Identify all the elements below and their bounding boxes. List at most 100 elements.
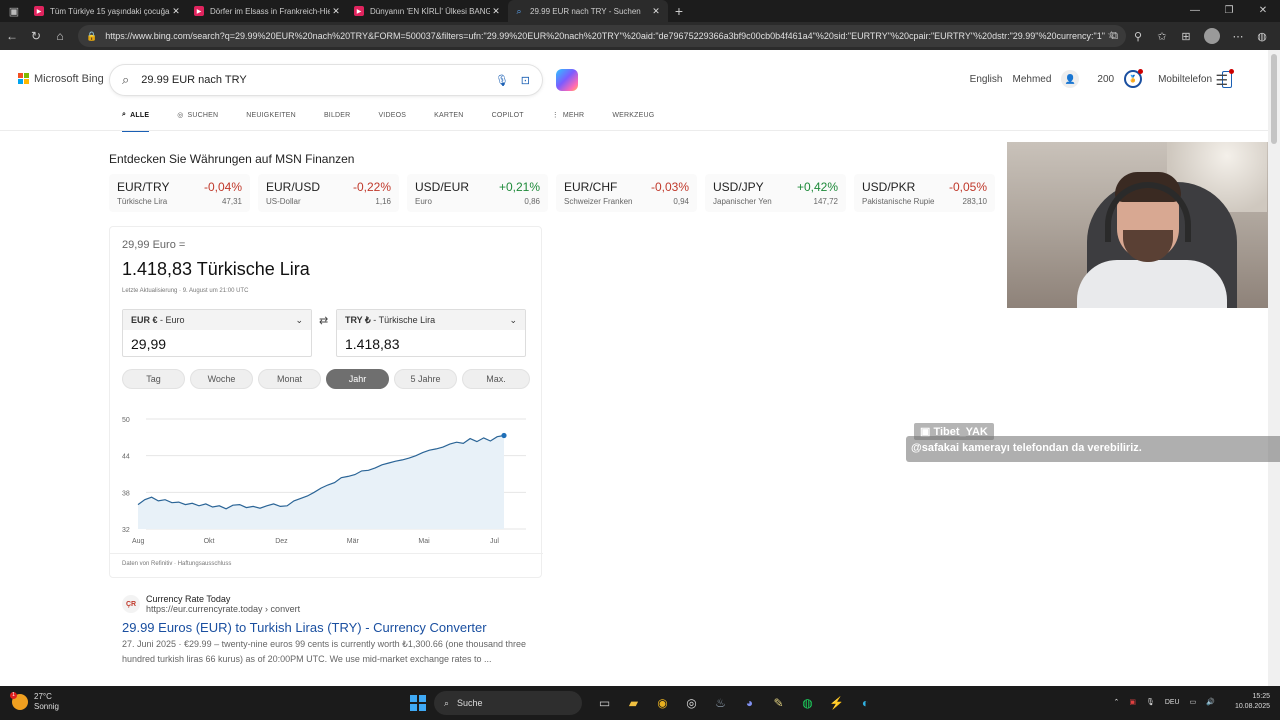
page-scrollbar[interactable]	[1268, 50, 1280, 686]
restore-icon[interactable]: ❐	[1212, 0, 1246, 22]
range-5-jahre[interactable]: 5 Jahre	[394, 369, 457, 389]
close-tab-icon[interactable]: ✕	[330, 6, 342, 17]
tab-alle[interactable]: ⌕ ALLE	[122, 108, 150, 132]
discord-icon[interactable]: ◕	[735, 694, 764, 712]
windows-start-icon[interactable]	[410, 695, 426, 711]
close-tab-icon[interactable]: ✕	[490, 6, 502, 17]
url-bar[interactable]: 🔒 https://www.bing.com/search?q=29.99%20…	[78, 25, 1126, 47]
minimize-icon[interactable]: —	[1178, 0, 1212, 22]
search-input[interactable]	[141, 74, 483, 86]
tab-bilder[interactable]: BILDER	[324, 108, 351, 122]
x-tick-label: Mai	[418, 538, 430, 545]
currency-name: - Euro	[157, 315, 185, 325]
chrome-icon[interactable]: ◉	[648, 694, 677, 712]
home-icon[interactable]: ⌂	[48, 29, 72, 43]
result-site[interactable]: ÇR Currency Rate Today https://eur.curren…	[122, 594, 542, 614]
bing-logo[interactable]: Microsoft Bing	[18, 73, 104, 85]
tab-2[interactable]: ▶ Dörfer im Elsass in Frankreich-Hie ✕	[188, 0, 348, 22]
tab-3[interactable]: ▶ Dünyanın 'EN KİRLİ' Ülkesi BANG ✕	[348, 0, 508, 22]
network-icon[interactable]: ▭	[1190, 698, 1197, 706]
copilot-icon[interactable]	[556, 69, 578, 91]
swap-currencies-icon[interactable]: ⇄	[319, 314, 328, 327]
search-box[interactable]: ⌕ 🎙 ⊡	[110, 65, 542, 95]
data-source[interactable]: Daten von Refinitiv · Haftungsausschluss	[122, 561, 231, 567]
tray-app-icon[interactable]: ▣	[1129, 698, 1136, 706]
from-currency-box: EUR € - Euro ⌄ 29,99	[122, 309, 312, 357]
tab-werkzeug[interactable]: WERKZEUG	[612, 108, 654, 122]
collections-icon[interactable]: ⊞	[1174, 30, 1198, 43]
task-view-icon[interactable]: ▭	[590, 694, 619, 712]
currency-card[interactable]: USD/EUR +0,21% Euro 0,86	[407, 174, 548, 212]
currency-card[interactable]: EUR/USD -0,22% US-Dollar 1,16	[258, 174, 399, 212]
user-name[interactable]: Mehmed	[1012, 74, 1051, 85]
back-icon[interactable]: ←	[0, 29, 24, 43]
range-monat[interactable]: Monat	[258, 369, 321, 389]
more-icon[interactable]: ⋯	[1226, 30, 1250, 43]
rewards-medal-icon[interactable]: 🏅	[1124, 69, 1144, 88]
close-tab-icon[interactable]: ✕	[170, 6, 182, 17]
range-jahr[interactable]: Jahr	[326, 369, 389, 389]
microphone-icon[interactable]: 🎙	[495, 74, 509, 87]
currency-card[interactable]: USD/PKR -0,05% Pakistanische Rupie 283,10	[854, 174, 995, 212]
currency-card[interactable]: EUR/CHF -0,03% Schweizer Franken 0,94	[556, 174, 697, 212]
to-amount-input[interactable]: 1.418,83	[337, 330, 525, 358]
tray-overflow-icon[interactable]: ⌃	[1113, 698, 1119, 706]
pen-app-icon[interactable]: ✎	[764, 694, 793, 712]
hamburger-menu-icon[interactable]: ☰	[1215, 72, 1228, 89]
currency-card[interactable]: EUR/TRY -0,04% Türkische Lira 47,31	[109, 174, 250, 212]
result-title-link[interactable]: 29.99 Euros (EUR) to Turkish Liras (TRY)…	[122, 620, 542, 635]
tab-1[interactable]: ▶ Tüm Türkiye 15 yaşındaki çocuğa ✕	[28, 0, 188, 22]
from-amount-input[interactable]: 29,99	[123, 330, 311, 358]
x-tick-label: Aug	[132, 538, 145, 545]
favorites-icon[interactable]: ✩	[1150, 30, 1174, 43]
to-currency-select[interactable]: TRY ₺ - Türkische Lira ⌄	[337, 310, 525, 330]
tab-4-active[interactable]: ⌕ 29.99 EUR nach TRY - Suchen ✕	[508, 0, 668, 22]
red-app-icon[interactable]: ⚡	[822, 694, 851, 712]
weather-widget[interactable]: 1 27°C Sonnig	[10, 692, 59, 712]
tab-mehr[interactable]: ⋮ MEHR	[552, 108, 585, 122]
clock[interactable]: 15:25 10.08.2025	[1225, 692, 1270, 712]
header-right: English Mehmed 👤 200 🏅 Mobiltelefon	[970, 68, 1234, 88]
tab-actions-icon[interactable]: ▣	[0, 0, 28, 22]
edge-icon[interactable]: ◐	[851, 694, 880, 712]
file-explorer-icon[interactable]: ▰	[619, 694, 648, 712]
language-link[interactable]: English	[970, 74, 1003, 85]
copilot-sidebar-icon[interactable]: ◍	[1250, 30, 1274, 43]
tab-suchen[interactable]: ◎ SUCHEN	[177, 108, 218, 122]
extensions-icon[interactable]: ⧉	[1102, 30, 1126, 43]
steam-icon[interactable]: ♨	[706, 694, 735, 712]
microphone-icon[interactable]: 🎙	[1146, 698, 1155, 706]
currency-name: Euro	[415, 197, 432, 206]
range-woche[interactable]: Woche	[190, 369, 253, 389]
rewards-points[interactable]: 200	[1097, 74, 1114, 85]
series-area	[138, 435, 504, 529]
new-tab-button[interactable]: +	[668, 3, 690, 19]
visual-search-icon[interactable]: ⊡	[521, 74, 530, 87]
input-language[interactable]: DEU	[1165, 699, 1180, 706]
tab-copilot[interactable]: COPILOT	[492, 108, 524, 122]
taskbar-search[interactable]: ⌕ Suche	[434, 691, 582, 715]
tab-label: KARTEN	[434, 111, 464, 119]
tab-label: COPILOT	[491, 111, 524, 119]
mobile-link[interactable]: Mobiltelefon	[1158, 74, 1212, 85]
currency-card[interactable]: USD/JPY +0,42% Japanischer Yen 147,72	[705, 174, 846, 212]
lock-icon[interactable]: 🔒	[86, 31, 97, 42]
volume-icon[interactable]: 🔊	[1206, 698, 1215, 706]
scrollbar-thumb[interactable]	[1271, 54, 1277, 144]
close-window-icon[interactable]: ✕	[1246, 0, 1280, 22]
obs-icon[interactable]: ◎	[677, 694, 706, 712]
split-screen-icon[interactable]: ⚲	[1126, 30, 1150, 43]
from-currency-select[interactable]: EUR € - Euro ⌄	[123, 310, 311, 330]
close-tab-icon[interactable]: ✕	[650, 6, 662, 17]
user-icon[interactable]: 👤	[1061, 70, 1080, 88]
range-max[interactable]: Max.	[462, 369, 530, 389]
tab-videos[interactable]: VIDEOS	[378, 108, 406, 122]
profile-avatar[interactable]	[1204, 28, 1220, 44]
chat-icon: ◎	[177, 112, 184, 119]
spotify-icon[interactable]: ◍	[793, 694, 822, 712]
reload-icon[interactable]: ↻	[24, 29, 48, 43]
tab-karten[interactable]: KARTEN	[434, 108, 463, 122]
time: 15:25	[1252, 693, 1270, 700]
range-tag[interactable]: Tag	[122, 369, 185, 389]
tab-neuigkeiten[interactable]: NEUIGKEITEN	[246, 108, 296, 122]
